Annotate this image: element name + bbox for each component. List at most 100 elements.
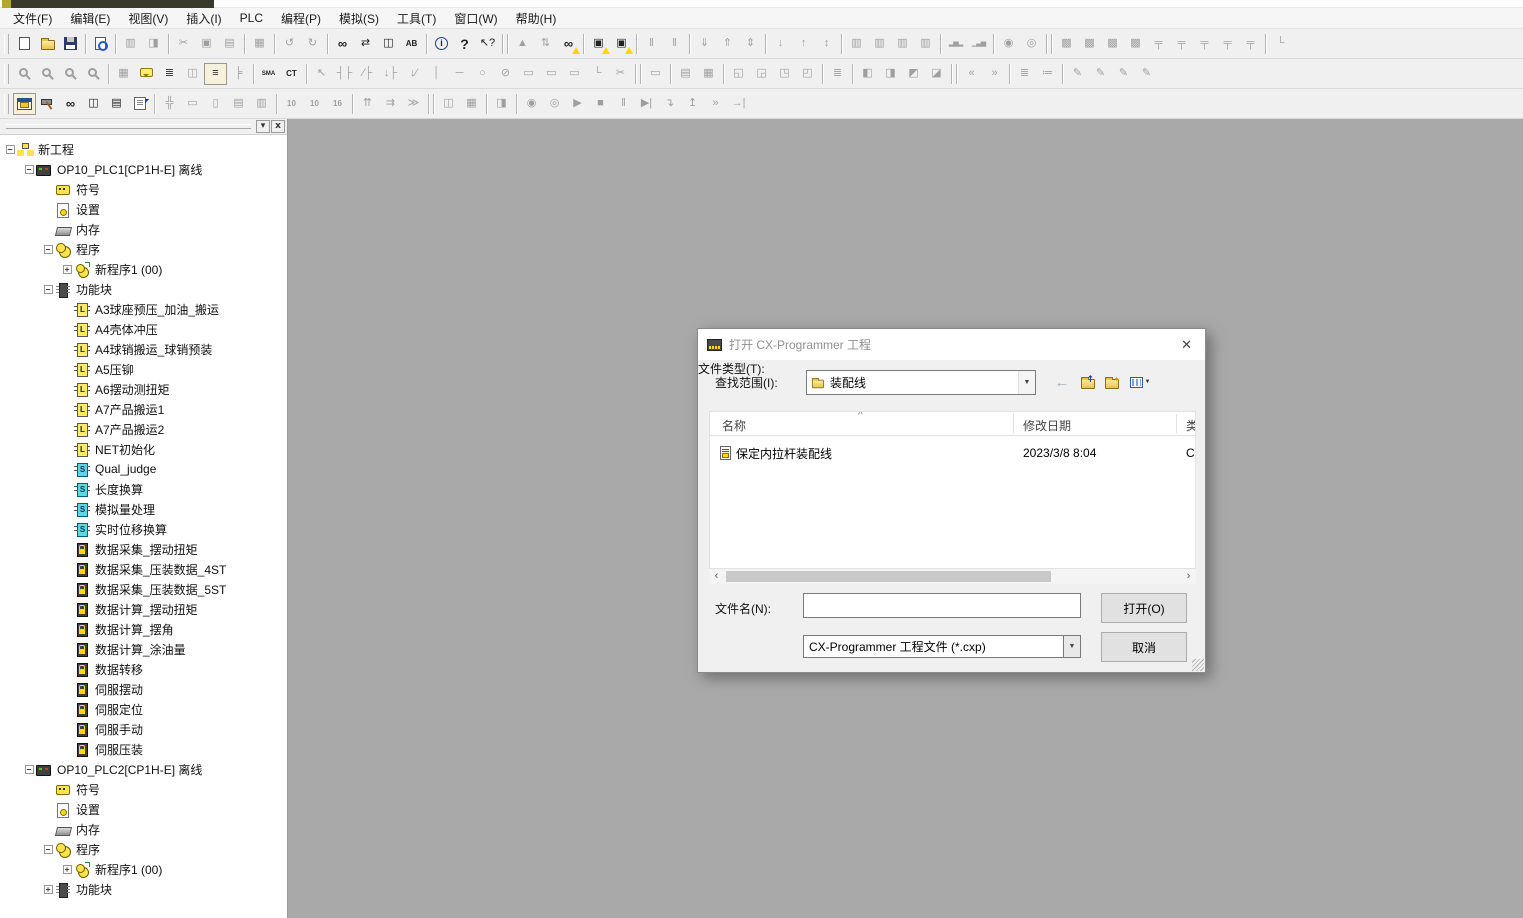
simulator-pause-2-button[interactable]: ‖	[612, 93, 635, 115]
view-menu-button[interactable]: ▼	[1125, 371, 1155, 393]
tree-expand-toggle[interactable]: −	[25, 765, 34, 774]
menu-item[interactable]: 工具(T)	[388, 8, 445, 29]
menu-item[interactable]: 视图(V)	[119, 8, 177, 29]
tree-item[interactable]: 内存	[0, 819, 287, 839]
new-or-contact-button[interactable]: ↓├	[379, 63, 402, 85]
indent-right-button[interactable]: »	[983, 63, 1006, 85]
cancel-button[interactable]: 取消	[1101, 632, 1187, 662]
column-header-name[interactable]: 名称	[722, 417, 746, 434]
tree-item[interactable]: 数据采集_压装数据_4ST	[0, 559, 287, 579]
monitor-all-button[interactable]: ▥	[868, 33, 891, 55]
simulator-pause-button[interactable]: ◉	[520, 93, 543, 115]
compile-all-programs-button[interactable]: ⇉	[379, 93, 402, 115]
tree-expand-toggle[interactable]: −	[25, 165, 34, 174]
menu-item[interactable]: 窗口(W)	[445, 8, 506, 29]
zoom-out-button[interactable]	[36, 63, 59, 85]
fb-instance-button[interactable]: ▯	[204, 93, 227, 115]
scrollbar-thumb[interactable]	[726, 571, 1051, 582]
column-divider[interactable]	[1013, 414, 1014, 433]
menu-item[interactable]: 模拟(S)	[330, 8, 388, 29]
indent-left-button[interactable]: «	[960, 63, 983, 85]
new-closed-contact-button[interactable]: ⁄├	[356, 63, 379, 85]
new-horizontal-line-button[interactable]: ─	[448, 63, 471, 85]
dialog-close-button[interactable]: ✕	[1177, 337, 1196, 353]
menu-item[interactable]: 帮助(H)	[507, 8, 566, 29]
address-reference-button[interactable]: AB	[400, 33, 423, 55]
new-closed-coil-button[interactable]: ⊘	[494, 63, 517, 85]
tree-expand-toggle[interactable]: −	[6, 145, 15, 154]
upload-button[interactable]: ▲	[511, 33, 534, 55]
tree-expand-toggle[interactable]: +	[63, 865, 72, 874]
look-in-combo[interactable]: 装配线 ▼	[806, 370, 1036, 395]
view-pane-2-button[interactable]: ◨	[879, 63, 902, 85]
fb-definition-button[interactable]: ▭	[181, 93, 204, 115]
undo-button[interactable]: ↺	[278, 33, 301, 55]
tree-item[interactable]: 数据计算_涂油量	[0, 639, 287, 659]
new-plc-instruction-button[interactable]: ▭	[517, 63, 540, 85]
look-in-dropdown-arrow[interactable]: ▼	[1018, 371, 1035, 394]
color-pen-4-button[interactable]: ✎	[1135, 63, 1158, 85]
tree-item[interactable]: A4球销搬运_球销预装	[0, 339, 287, 359]
tree-item[interactable]: Qual_judge	[0, 459, 287, 479]
workspace-menu-button[interactable]: ▾	[256, 120, 270, 133]
new-folder-button[interactable]	[1101, 371, 1123, 393]
menu-item[interactable]: 编辑(E)	[61, 8, 119, 29]
tree-item[interactable]: 数据采集_摆动扭矩	[0, 539, 287, 559]
find-file-button[interactable]	[89, 33, 112, 55]
plc-clock-button[interactable]: ╤	[1147, 33, 1170, 55]
tree-item[interactable]: A4壳体冲压	[0, 319, 287, 339]
help-topics-button[interactable]: ?	[453, 33, 476, 55]
toggle-project-workspace-button[interactable]	[13, 93, 36, 115]
upload-from-plc-button[interactable]: ⇑	[716, 33, 739, 55]
simulator-run-to-break-button[interactable]: →|	[727, 93, 750, 115]
watch-window-button[interactable]: ∞	[59, 93, 82, 115]
tree-item[interactable]: 符号	[0, 179, 287, 199]
change-value-button[interactable]: ◲	[750, 63, 773, 85]
partial-download-button[interactable]: ↓	[769, 33, 792, 55]
tree-item[interactable]: 数据计算_摆动扭矩	[0, 599, 287, 619]
cross-reference-button[interactable]: ◫	[82, 93, 105, 115]
window-cascade-button[interactable]: ◫	[437, 93, 460, 115]
tree-item[interactable]: −OP10_PLC2[CP1H-E] 离线	[0, 759, 287, 779]
replace-button[interactable]: ⇄	[354, 33, 377, 55]
unit-setup-button[interactable]: ╤	[1239, 33, 1262, 55]
file-row[interactable]: 保定内拉杆装配线 2023/3/8 8:04 CX	[710, 442, 1195, 464]
tree-item[interactable]: A7产品搬运1	[0, 399, 287, 419]
tree-item[interactable]: 设置	[0, 799, 287, 819]
copy-button[interactable]: ▣	[195, 33, 218, 55]
pause-a-button[interactable]: ‖	[640, 33, 663, 55]
selection-mode-button[interactable]: ↖	[310, 63, 333, 85]
show-comment-editor-button[interactable]: CT	[280, 63, 303, 85]
new-coil-button[interactable]: ○	[471, 63, 494, 85]
layers-button[interactable]: ▤	[674, 63, 697, 85]
address-list-button[interactable]: ≔	[1036, 63, 1059, 85]
fb-protect-button[interactable]: ▥	[250, 93, 273, 115]
menu-item[interactable]: 编程(P)	[272, 8, 330, 29]
plc-settings-button[interactable]: ▩	[1078, 33, 1101, 55]
fb-io-table-button[interactable]: ▤	[227, 93, 250, 115]
tree-item[interactable]: −OP10_PLC1[CP1H-E] 离线	[0, 159, 287, 179]
tree-item[interactable]: 数据转移	[0, 659, 287, 679]
search-results-button[interactable]: ◫	[377, 33, 400, 55]
about-button[interactable]: i	[430, 33, 453, 55]
set-value-button[interactable]: ◱	[727, 63, 750, 85]
show-tree-view-button[interactable]: ╞	[227, 63, 250, 85]
time-chart-button[interactable]: ▁▃▅	[967, 33, 990, 55]
tree-item[interactable]: +新程序1 (00)	[0, 859, 287, 879]
tree-expand-toggle[interactable]: −	[44, 245, 53, 254]
open-button[interactable]: 打开(O)	[1101, 593, 1187, 623]
simulator-stop-button[interactable]: ■	[589, 93, 612, 115]
memory-cassette-button[interactable]: ▩	[1101, 33, 1124, 55]
menu-item[interactable]: PLC	[231, 9, 272, 27]
work-online-simulator-button[interactable]: ▣	[610, 33, 633, 55]
compare-with-plc-button[interactable]: ⇕	[739, 33, 762, 55]
simulator-step-in-button[interactable]: ↴	[658, 93, 681, 115]
back-button[interactable]: ←	[1051, 371, 1073, 393]
zoom-to-fit-button[interactable]	[82, 63, 105, 85]
file-type-combo[interactable]: CX-Programmer 工程文件 (*.cxp) ▼	[803, 635, 1081, 658]
workspace-close-button[interactable]: x	[271, 120, 285, 133]
column-divider[interactable]	[1176, 414, 1177, 433]
scroll-right-arrow[interactable]: ›	[1181, 569, 1196, 584]
instruction-edit-button[interactable]: ▭	[563, 63, 586, 85]
tree-item[interactable]: −程序	[0, 239, 287, 259]
